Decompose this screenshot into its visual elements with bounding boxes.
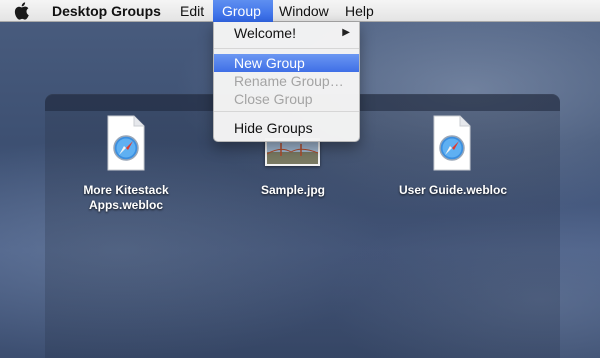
menu-group[interactable]: Group (213, 0, 273, 22)
menu-window[interactable]: Window (279, 0, 329, 22)
image-thumbnail-icon[interactable] (265, 138, 320, 166)
menu-app-name[interactable]: Desktop Groups (52, 0, 161, 22)
file-label[interactable]: Sample.jpg (243, 183, 343, 198)
menu-item-hide-groups[interactable]: Hide Groups (214, 119, 359, 137)
menu-item-close-group: Close Group (234, 91, 313, 107)
file-label[interactable]: More Kitestack Apps.webloc (76, 183, 176, 213)
desktop-background: Desktop Groups Edit Group Window Help Mo… (0, 0, 600, 358)
menu-help[interactable]: Help (345, 0, 374, 22)
file-label-line: Apps.webloc (88, 198, 163, 212)
safari-webloc-icon[interactable] (433, 115, 471, 171)
menu-item-new-group[interactable]: New Group (214, 54, 359, 72)
menu-bar: Desktop Groups Edit Group Window Help (0, 0, 600, 22)
submenu-arrow-icon: ▶ (342, 27, 350, 38)
group-dropdown-menu: Welcome! ▶ New Group Rename Group… Close… (213, 22, 360, 142)
menu-item-welcome[interactable]: Welcome! ▶ (214, 24, 359, 42)
menu-separator (214, 48, 359, 49)
file-label[interactable]: User Guide.webloc (393, 183, 513, 198)
bridge-photo-icon (267, 140, 318, 164)
safari-webloc-icon[interactable] (107, 115, 145, 171)
menu-separator (214, 111, 359, 112)
menu-item-label: Welcome! (234, 25, 296, 41)
menu-edit[interactable]: Edit (180, 0, 204, 22)
menu-item-rename-group: Rename Group… (234, 73, 344, 89)
apple-logo-icon[interactable] (11, 2, 31, 20)
file-label-line: More Kitestack (83, 183, 169, 197)
